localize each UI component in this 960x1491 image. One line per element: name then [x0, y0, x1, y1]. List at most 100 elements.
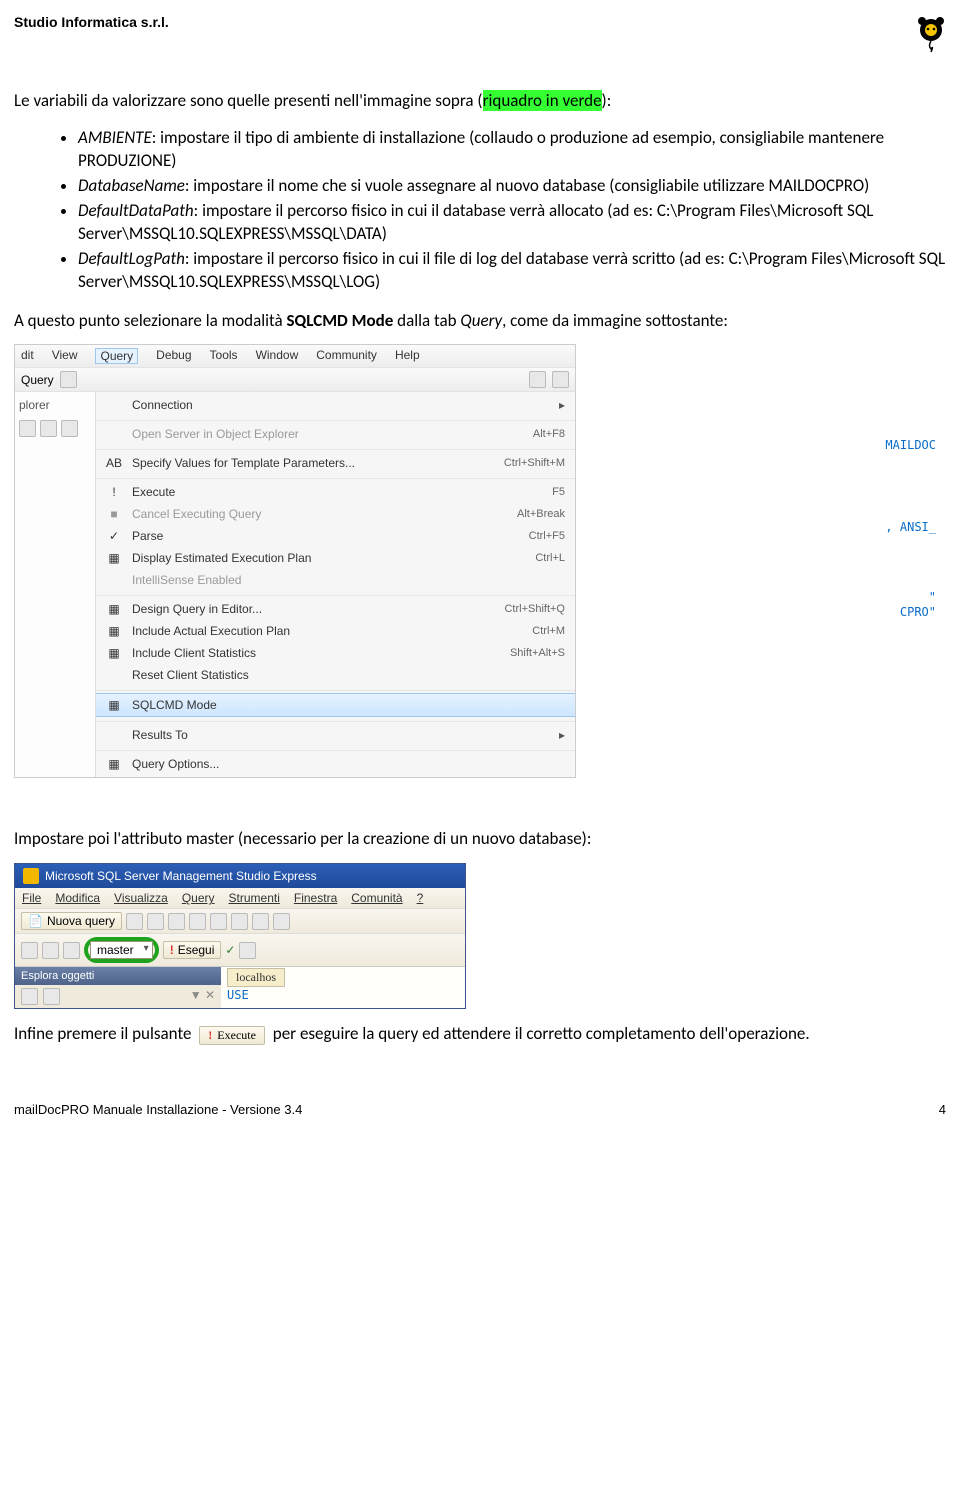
toolbar-icon[interactable] — [552, 371, 569, 388]
menu-item-icon: ▦ — [106, 550, 122, 566]
menu-item-reset-client-statistics[interactable]: Reset Client Statistics — [96, 664, 575, 686]
code-fragment: , ANSI_ — [885, 520, 936, 534]
menu-help[interactable]: Help — [395, 348, 420, 364]
menu-visualizza[interactable]: Visualizza — [114, 891, 168, 905]
menu-strumenti[interactable]: Strumenti — [229, 891, 280, 905]
pane-icon[interactable] — [21, 988, 38, 1005]
toolbar-icon[interactable] — [60, 371, 77, 388]
app-icon — [23, 868, 39, 884]
pane-icon[interactable] — [40, 420, 57, 437]
menu-item-shortcut: Alt+F8 — [533, 428, 565, 440]
pane-title: Esplora oggetti — [15, 967, 221, 985]
tab-label: localhos — [236, 970, 276, 984]
submenu-arrow-icon: ▸ — [559, 728, 565, 742]
menu-window[interactable]: Window — [256, 348, 299, 364]
menu-item-icon: ■ — [106, 506, 122, 522]
page-header: Studio Informatica s.r.l. — [14, 14, 946, 54]
toolbar-icon[interactable] — [210, 913, 227, 930]
query-dropdown-menu: Connection▸ Open Server in Object Explore… — [96, 392, 575, 777]
toolbar-icon[interactable] — [529, 371, 546, 388]
menu-help[interactable]: ? — [417, 891, 424, 905]
toolbar-icon[interactable] — [239, 942, 256, 959]
pane-toolbar: ▼ ✕ — [15, 985, 221, 1008]
toolbar-icon[interactable] — [231, 913, 248, 930]
p2-post: , come da immagine sottostante: — [502, 310, 728, 331]
menu-finestra[interactable]: Finestra — [294, 891, 337, 905]
menu-item-icon: ▦ — [106, 601, 122, 617]
menu-file[interactable]: File — [22, 891, 41, 905]
toolbar-icon[interactable] — [189, 913, 206, 930]
toolbar-icon[interactable] — [126, 913, 143, 930]
combo-value: master — [97, 943, 134, 957]
intro-post: ): — [602, 90, 612, 111]
p2-mid: dalla tab — [393, 310, 460, 331]
pane-icon[interactable] — [19, 420, 36, 437]
menu-item-execute[interactable]: !ExecuteF5 — [96, 481, 575, 503]
toolbar-icon[interactable] — [147, 913, 164, 930]
menu-query[interactable]: Query — [95, 348, 138, 364]
code-line: USE — [227, 988, 249, 1002]
execute-button-inline[interactable]: !Execute — [199, 1026, 265, 1045]
menu-item-label: Include Client Statistics — [132, 646, 500, 660]
menu-community[interactable]: Community — [316, 348, 377, 364]
menu-item-specify-values-for-template-parameters[interactable]: ABSpecify Values for Template Parameters… — [96, 452, 575, 474]
menu-item-cancel-executing-query: ■Cancel Executing QueryAlt+Break — [96, 503, 575, 525]
toolbar-1: 📄Nuova query — [15, 908, 465, 933]
menu-item-icon: ▦ — [106, 623, 122, 639]
highlight-green: riquadro in verde — [483, 90, 602, 111]
menu-item-design-query-in-editor[interactable]: ▦Design Query in Editor...Ctrl+Shift+Q — [96, 598, 575, 620]
p2-bold: SQLCMD Mode — [287, 310, 394, 331]
menu-item-sqlcmd-mode[interactable]: ▦SQLCMD Mode — [96, 693, 575, 717]
menu-item-include-actual-execution-plan[interactable]: ▦Include Actual Execution PlanCtrl+M — [96, 620, 575, 642]
menu-item-display-estimated-execution-plan[interactable]: ▦Display Estimated Execution PlanCtrl+L — [96, 547, 575, 569]
toolbar-icon[interactable] — [168, 913, 185, 930]
paragraph-execute: Infine premere il pulsante !Execute per … — [14, 1023, 946, 1046]
menu-item-shortcut: Shift+Alt+S — [510, 647, 565, 659]
menu-item-icon — [106, 572, 122, 588]
menu-item-icon: ▦ — [106, 756, 122, 772]
menu-comunita[interactable]: Comunità — [351, 891, 402, 905]
screenshot-query-menu: dit View Query Debug Tools Window Commun… — [14, 344, 946, 778]
new-query-button[interactable]: 📄Nuova query — [21, 912, 122, 930]
pane-icon[interactable] — [61, 420, 78, 437]
var-desc: : impostare il percorso fisico in cui il… — [78, 200, 873, 244]
editor-tab[interactable]: localhos — [227, 968, 285, 987]
submenu-arrow-icon: ▸ — [559, 398, 565, 412]
toolbar-icon[interactable] — [252, 913, 269, 930]
menu-modifica[interactable]: Modifica — [55, 891, 100, 905]
menu-item-label: Include Actual Execution Plan — [132, 624, 522, 638]
toolbar-icon[interactable] — [21, 942, 38, 959]
execute-inline-label: Execute — [217, 1028, 256, 1043]
menu-item-results-to[interactable]: Results To ▸ — [96, 724, 575, 746]
bear-logo-icon — [916, 14, 946, 54]
list-item: AMBIENTE: impostare il tipo di ambiente … — [78, 127, 946, 173]
menu-item-query-options[interactable]: ▦Query Options... — [96, 753, 575, 775]
menu-debug[interactable]: Debug — [156, 348, 191, 364]
menu-item-icon — [106, 426, 122, 442]
menu-view[interactable]: View — [52, 348, 78, 364]
menu-item-label: Open Server in Object Explorer — [132, 427, 523, 441]
toolbar-icon[interactable] — [63, 942, 80, 959]
check-icon[interactable]: ✓ — [225, 943, 235, 957]
list-item: DefaultDataPath: impostare il percorso f… — [78, 200, 946, 246]
object-explorer-pane: Esplora oggetti ▼ ✕ — [15, 967, 221, 1008]
menu-item-label: Display Estimated Execution Plan — [132, 551, 525, 565]
toolbar-icon[interactable] — [42, 942, 59, 959]
page-footer: mailDocPRO Manuale Installazione - Versi… — [14, 1102, 946, 1117]
toolbar-icon[interactable] — [273, 913, 290, 930]
menu-query[interactable]: Query — [182, 891, 215, 905]
database-combo[interactable]: master — [90, 941, 153, 959]
menu-item-icon — [106, 667, 122, 683]
menu-item-label: Results To — [132, 728, 549, 742]
menu-item-open-server-in-object-explorer: Open Server in Object Explorer Alt+F8 — [96, 423, 575, 445]
menu-item-shortcut: Ctrl+F5 — [529, 530, 565, 542]
menu-item-connection[interactable]: Connection▸ — [96, 394, 575, 416]
execute-button[interactable]: !Esegui — [163, 941, 222, 959]
menu-tools[interactable]: Tools — [210, 348, 238, 364]
pane-icon[interactable] — [43, 988, 60, 1005]
menu-item-include-client-statistics[interactable]: ▦Include Client StatisticsShift+Alt+S — [96, 642, 575, 664]
menu-edit[interactable]: dit — [21, 348, 34, 364]
var-name: AMBIENTE — [78, 127, 152, 148]
menu-item-label: IntelliSense Enabled — [132, 573, 565, 587]
menu-item-parse[interactable]: ✓ParseCtrl+F5 — [96, 525, 575, 547]
